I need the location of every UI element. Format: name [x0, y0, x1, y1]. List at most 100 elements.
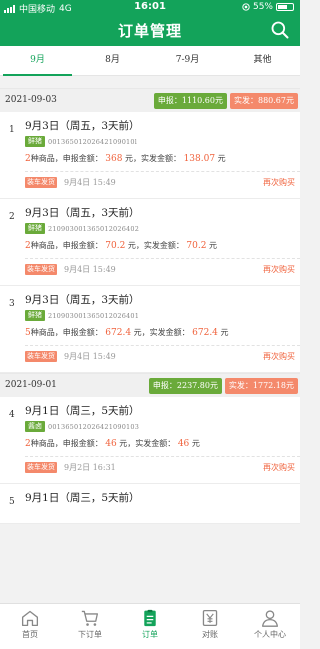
category-tag: 酱卤 — [25, 421, 45, 432]
status-right: 55% — [242, 2, 294, 12]
order-code: 00136501202642109010l — [48, 138, 137, 146]
paid-total-badge: 实发：880.67元 — [230, 93, 298, 109]
shipping-status-tag: 装车发货 — [25, 177, 57, 188]
currency-unit: 元 — [209, 241, 218, 250]
rebuy-button[interactable]: 再次购买 — [263, 177, 295, 188]
order-index: 1 — [9, 125, 15, 135]
rebuy-button[interactable]: 再次购买 — [263, 351, 295, 362]
order-amounts: 2种商品，申报金额： 368 元，实发金额： 138.07 元 — [25, 153, 226, 164]
tab-july-september[interactable]: 7-9月 — [150, 46, 225, 75]
count-suffix: 种商品，申报金额： — [30, 154, 103, 163]
shipping-status-tag: 装车发货 — [25, 351, 57, 362]
order-card[interactable]: 2 9月3日（周五，3天前） 鲜猪 210903001365012026402 … — [0, 199, 300, 286]
app-header: 订单管理 — [0, 16, 300, 46]
group-date: 2021-09-01 — [5, 380, 57, 390]
tabbar-label: 首页 — [22, 630, 38, 639]
declared-amount: 70.2 — [105, 241, 126, 251]
tabbar-label: 个人中心 — [254, 630, 286, 639]
shipping-status-tag: 装车发货 — [25, 264, 57, 275]
tabbar-item-profile[interactable]: 个人中心 — [240, 604, 300, 649]
count-suffix: 种商品，申报金额： — [30, 439, 103, 448]
category-tag: 鲜猪 — [25, 310, 45, 321]
tabbar-label: 下订单 — [78, 630, 102, 639]
home-icon — [21, 610, 39, 627]
category-tag: 鲜猪 — [25, 136, 45, 147]
paid-amount: 138.07 — [183, 154, 216, 164]
divider — [25, 258, 300, 259]
order-card[interactable]: 4 9月1日（周三，5天前） 酱卤 001365012026421090103 … — [0, 397, 300, 484]
tabbar-item-place-order[interactable]: 下订单 — [60, 604, 120, 649]
yen-reconcile-icon — [202, 609, 218, 627]
tab-august[interactable]: 8月 — [75, 46, 150, 75]
paid-label: 元，实发金额： — [119, 439, 176, 448]
category-tag: 鲜猪 — [25, 223, 45, 234]
user-icon — [261, 610, 279, 627]
divider — [25, 456, 300, 457]
currency-unit: 元 — [191, 439, 200, 448]
status-bar: 中国移动 4G 16:01 55% — [0, 0, 300, 16]
order-title: 9月1日（周三，5天前） — [25, 492, 140, 504]
order-title: 9月1日（周三，5天前） — [25, 405, 140, 417]
date-group-header: 2021-09-01 申报：2237.80元 实发：1772.18元 — [0, 373, 300, 397]
order-amounts: 2种商品，申报金额： 70.2 元，实发金额： 70.2 元 — [25, 240, 217, 251]
currency-unit: 元 — [217, 154, 226, 163]
shipping-time: 9月4日 15:49 — [64, 178, 116, 187]
tabbar-item-reconcile[interactable]: 对账 — [180, 604, 240, 649]
order-title: 9月3日（周五，3天前） — [25, 120, 140, 132]
order-amounts: 2种商品，申报金额： 46 元，实发金额： 46 元 — [25, 438, 200, 449]
order-card[interactable]: 5 9月1日（周三，5天前） — [0, 484, 300, 524]
month-tabs: 9月 8月 7-9月 其他 — [0, 46, 300, 76]
battery-icon — [276, 3, 294, 11]
shipping-time: 9月4日 15:49 — [64, 265, 116, 274]
paid-label: 元，实发金额： — [127, 241, 184, 250]
paid-label: 元，实发金额： — [133, 328, 190, 337]
tab-september[interactable]: 9月 — [0, 46, 75, 76]
bottom-tab-bar: 首页 下订单 订单 对账 个人中心 — [0, 603, 300, 649]
group-date: 2021-09-03 — [5, 95, 57, 105]
order-code: 001365012026421090103 — [48, 423, 140, 431]
tab-other[interactable]: 其他 — [225, 46, 300, 75]
shipping-time: 9月2日 16:31 — [64, 463, 116, 472]
order-card[interactable]: 3 9月3日（周五，3天前） 鲜猪 210903001365012026401 … — [0, 286, 300, 373]
shipping-time: 9月4日 15:49 — [64, 352, 116, 361]
declared-amount: 46 — [105, 439, 117, 449]
order-code: 210903001365012026401 — [48, 312, 140, 320]
paid-amount: 46 — [177, 439, 190, 449]
paid-amount: 70.2 — [186, 241, 207, 251]
paid-amount: 672.4 — [192, 328, 218, 338]
paid-total-badge: 实发：1772.18元 — [224, 378, 298, 394]
order-amounts: 5种商品，申报金额： 672.4 元，实发金额： 672.4 元 — [25, 327, 228, 338]
order-index: 3 — [9, 299, 15, 309]
tabbar-label: 对账 — [202, 630, 218, 639]
page-title: 订单管理 — [117, 22, 182, 40]
rebuy-button[interactable]: 再次购买 — [263, 264, 295, 275]
count-suffix: 种商品，申报金额： — [30, 241, 103, 250]
declared-amount: 672.4 — [105, 328, 132, 338]
date-group-header: 2021-09-03 申报：1110.60元 实发：880.67元 — [0, 88, 300, 112]
order-title: 9月3日（周五，3天前） — [25, 294, 140, 306]
order-card[interactable]: 1 9月3日（周五，3天前） 鲜猪 00136501202642109010l … — [0, 112, 300, 199]
declared-total-badge: 申报：2237.80元 — [148, 378, 222, 394]
declared-total-badge: 申报：1110.60元 — [153, 93, 227, 109]
order-title: 9月3日（周五，3天前） — [25, 207, 140, 219]
rebuy-button[interactable]: 再次购买 — [263, 462, 295, 473]
declared-amount: 368 — [105, 154, 123, 164]
order-code: 210903001365012026402 — [48, 225, 140, 233]
cart-icon — [81, 610, 99, 626]
search-icon[interactable] — [270, 20, 290, 40]
shipping-status-tag: 装车发货 — [25, 462, 57, 473]
battery-percent: 55% — [252, 2, 273, 12]
order-index: 2 — [9, 212, 15, 222]
paid-label: 元，实发金额： — [125, 154, 182, 163]
order-index: 4 — [9, 410, 15, 420]
count-suffix: 种商品，申报金额： — [30, 328, 103, 337]
top-bar: 中国移动 4G 16:01 55% 订单管理 — [0, 0, 300, 46]
order-list-icon — [144, 609, 156, 627]
order-index: 5 — [9, 497, 15, 507]
tabbar-item-orders[interactable]: 订单 — [120, 604, 180, 649]
list-spacer — [0, 76, 300, 88]
divider — [25, 171, 300, 172]
currency-unit: 元 — [220, 328, 229, 337]
tabbar-label: 订单 — [142, 630, 158, 639]
tabbar-item-home[interactable]: 首页 — [0, 604, 60, 649]
